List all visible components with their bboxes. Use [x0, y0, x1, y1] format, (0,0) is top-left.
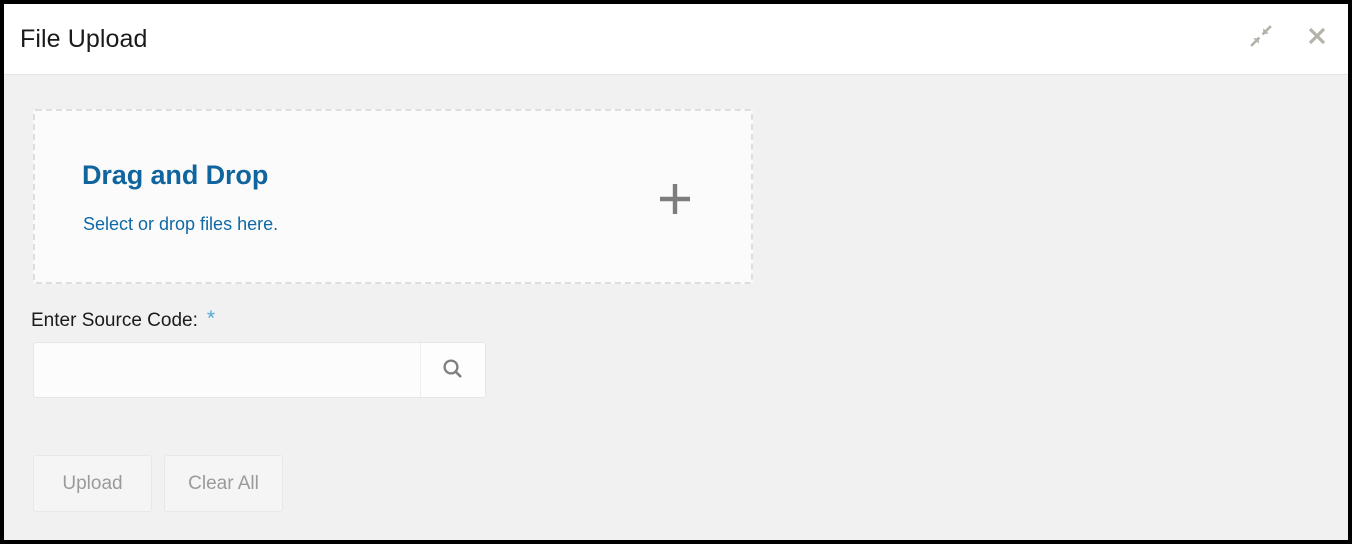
dialog-title: File Upload [20, 25, 148, 53]
close-button[interactable] [1300, 20, 1334, 54]
source-code-label-text: Enter Source Code: [31, 310, 198, 331]
dialog-body: Drag and Drop Select or drop files here.… [4, 75, 1348, 540]
file-dropzone[interactable]: Drag and Drop Select or drop files here. [33, 109, 753, 284]
search-icon [440, 356, 466, 385]
dropzone-subtitle: Select or drop files here. [83, 214, 279, 234]
collapse-icon [1249, 24, 1273, 51]
collapse-button[interactable] [1244, 20, 1278, 54]
dropzone-title: Drag and Drop [82, 160, 269, 190]
titlebar-actions [1244, 20, 1334, 54]
upload-button[interactable]: Upload [33, 455, 152, 512]
required-asterisk: * [206, 307, 216, 330]
search-button[interactable] [420, 343, 485, 397]
clear-all-button[interactable]: Clear All [164, 455, 283, 512]
source-code-input[interactable] [34, 343, 420, 397]
source-code-label: Enter Source Code: * [31, 307, 215, 332]
dialog-actions: Upload Clear All [33, 455, 283, 512]
dialog-titlebar: File Upload [4, 4, 1348, 75]
file-upload-dialog: File Upload Drag and Drop Select or drop… [0, 0, 1352, 544]
close-icon [1305, 24, 1329, 51]
plus-icon[interactable] [655, 179, 695, 219]
source-code-field [33, 342, 486, 398]
